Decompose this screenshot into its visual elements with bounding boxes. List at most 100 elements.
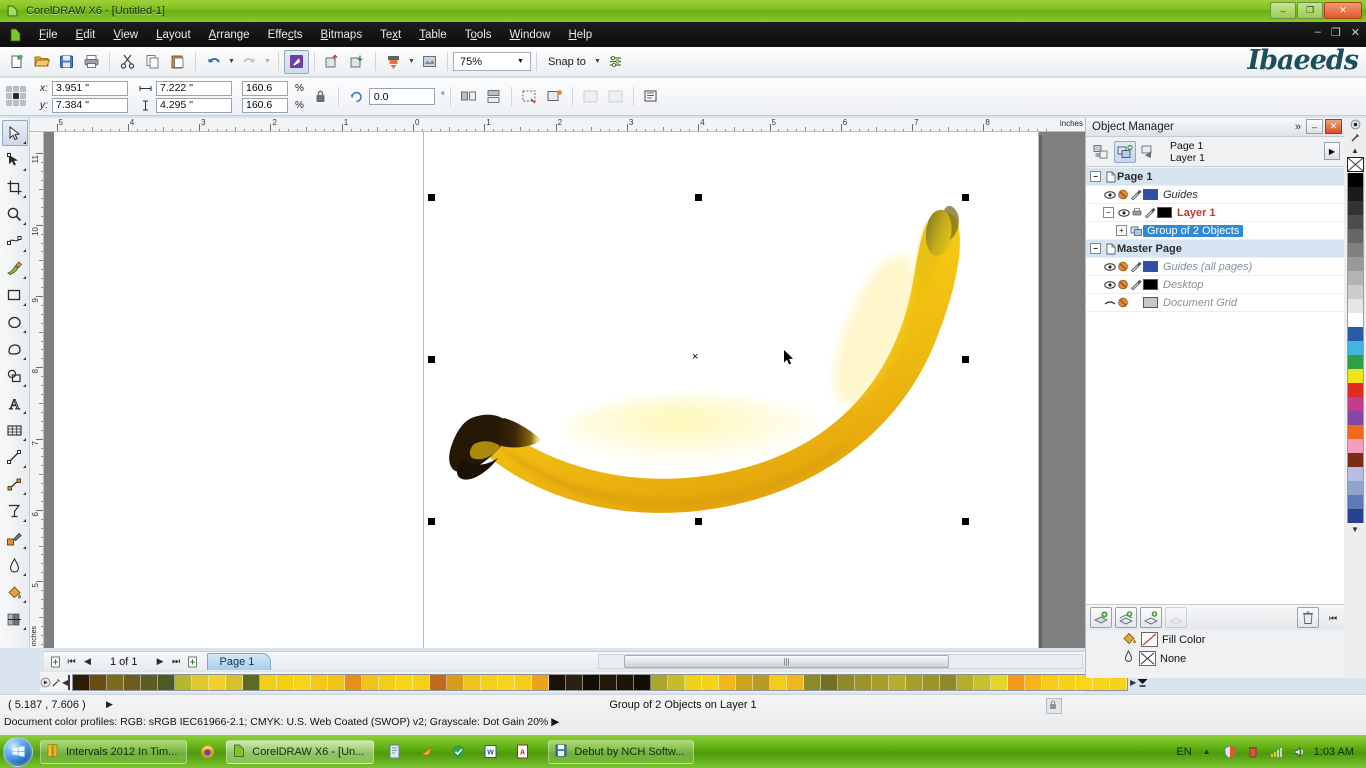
undo-icon[interactable] — [201, 50, 226, 74]
convert-to-curves-icon[interactable] — [517, 85, 542, 109]
taskbar-item-debut[interactable]: Debut by NCH Softw... — [548, 739, 695, 764]
pdf-reader-icon[interactable]: A — [510, 740, 534, 764]
height-input[interactable]: 4.295 " — [156, 97, 232, 113]
add-page-after-icon[interactable] — [185, 654, 200, 670]
right-palette-swatch[interactable] — [1346, 383, 1364, 397]
update-icon[interactable] — [1245, 744, 1261, 760]
palette-swatch[interactable] — [719, 674, 737, 690]
menu-view[interactable]: View — [104, 25, 147, 45]
printable-icon[interactable] — [1116, 189, 1129, 201]
palette-swatch[interactable] — [855, 674, 873, 690]
group-of-2-objects-node[interactable]: + Group of 2 Objects — [1086, 222, 1345, 240]
right-palette-swatch[interactable] — [1346, 411, 1364, 425]
menu-window[interactable]: Window — [501, 25, 560, 45]
menu-help[interactable]: Help — [559, 25, 601, 45]
artistic-media-tool[interactable] — [2, 255, 28, 281]
palette-swatch[interactable] — [889, 674, 907, 690]
right-palette-swatch[interactable] — [1346, 453, 1364, 467]
editable-pencil-icon[interactable] — [1129, 261, 1142, 273]
selection-handle-bottom-right[interactable] — [962, 518, 969, 525]
right-palette-swatch[interactable] — [1346, 187, 1364, 201]
application-launcher-icon[interactable] — [284, 49, 309, 74]
right-palette-swatch[interactable] — [1346, 299, 1364, 313]
menu-text[interactable]: Text — [371, 25, 410, 45]
collapse-docker-icon[interactable]: ⏮ — [1325, 609, 1341, 627]
tree-expander[interactable]: + — [1116, 225, 1127, 236]
antivirus-icon[interactable] — [446, 740, 470, 764]
color-palette-right[interactable]: ▲ ▼ — [1344, 118, 1366, 678]
layer-color-chip[interactable] — [1143, 279, 1158, 290]
x-position-input[interactable]: 3.951 " — [52, 80, 128, 96]
right-palette-swatch[interactable] — [1346, 327, 1364, 341]
doc-minimize-button[interactable]: – — [1315, 26, 1321, 39]
editable-pencil-icon[interactable] — [1129, 189, 1142, 201]
layer-color-chip[interactable] — [1157, 207, 1172, 218]
undo-dropdown-icon[interactable]: ▼ — [226, 50, 237, 74]
y-position-input[interactable]: 7.384 " — [52, 97, 128, 113]
docker-minimize-button[interactable]: – — [1306, 119, 1323, 134]
palette-swatch[interactable] — [260, 674, 278, 690]
right-palette-swatch[interactable] — [1346, 285, 1364, 299]
palette-swatch[interactable] — [311, 674, 329, 690]
palette-swatch[interactable] — [396, 674, 414, 690]
paste-icon[interactable] — [165, 50, 190, 74]
edit-across-layers-icon[interactable] — [1114, 140, 1136, 163]
vertical-ruler[interactable]: inches 11 10 9 8 7 6 5 — [30, 132, 44, 648]
selection-handle-middle-right[interactable] — [962, 356, 969, 363]
palette-swatch[interactable] — [294, 674, 312, 690]
page-tab-page-1[interactable]: Page 1 — [206, 653, 272, 670]
publish-pdf-icon[interactable] — [381, 50, 406, 74]
right-palette-swatch[interactable] — [1346, 341, 1364, 355]
palette-swatch[interactable] — [90, 674, 108, 690]
palette-swatch[interactable] — [209, 674, 227, 690]
palette-swatch[interactable] — [1059, 674, 1077, 690]
palette-swatch[interactable] — [192, 674, 210, 690]
horizontal-ruler[interactable]: inches 54321012345678 — [30, 118, 1085, 132]
palette-swatch[interactable] — [940, 674, 958, 690]
horizontal-scroll-thumb[interactable]: ||| — [624, 655, 949, 668]
palette-swatch[interactable] — [481, 674, 499, 690]
pick-tool[interactable] — [1, 120, 28, 146]
palette-swatch[interactable] — [617, 674, 635, 690]
show-object-properties-icon[interactable] — [1090, 141, 1112, 163]
guides-node[interactable]: Guides — [1086, 186, 1345, 204]
menu-file[interactable]: FFileile — [30, 25, 67, 45]
menu-layout[interactable]: Layout — [147, 25, 200, 45]
palette-swatch[interactable] — [957, 674, 975, 690]
palette-swatch[interactable] — [923, 674, 941, 690]
selection-handle-top-center[interactable] — [695, 194, 702, 201]
edit-bitmap-icon[interactable] — [417, 50, 442, 74]
palette-swatch[interactable] — [413, 674, 431, 690]
palette-scroll-up-arrow-icon[interactable]: ▲ — [1349, 144, 1362, 157]
palette-swatch[interactable] — [770, 674, 788, 690]
shape-tool[interactable] — [2, 147, 28, 173]
right-palette-swatch[interactable] — [1346, 201, 1364, 215]
right-palette-swatch[interactable] — [1346, 397, 1364, 411]
palette-swatch[interactable] — [498, 674, 516, 690]
zoom-level-combobox[interactable]: 75% ▼ — [453, 52, 531, 71]
right-palette-swatch[interactable] — [1346, 229, 1364, 243]
palette-swatch[interactable] — [430, 674, 448, 690]
menu-bitmaps[interactable]: Bitmaps — [312, 25, 372, 45]
mirror-vertical-icon[interactable] — [481, 85, 506, 109]
palette-swatch[interactable] — [107, 674, 125, 690]
width-input[interactable]: 7.222 " — [156, 80, 232, 96]
right-palette-swatch[interactable] — [1346, 481, 1364, 495]
palette-scroll-up-icon[interactable] — [1349, 118, 1362, 131]
start-button[interactable] — [3, 736, 33, 767]
snap-to-dropdown-icon[interactable]: ▼ — [592, 50, 603, 74]
palette-swatch[interactable] — [532, 674, 550, 690]
visibility-eye-icon[interactable] — [1103, 279, 1116, 291]
selection-handle-bottom-left[interactable] — [428, 518, 435, 525]
right-palette-swatch[interactable] — [1346, 355, 1364, 369]
notepad-icon[interactable] — [382, 740, 406, 764]
rectangle-tool[interactable] — [2, 282, 28, 308]
drawing-canvas[interactable]: × — [44, 132, 1085, 648]
palette-swatch[interactable] — [1008, 674, 1026, 690]
add-page-before-icon[interactable] — [48, 654, 63, 670]
menu-table[interactable]: Table — [410, 25, 456, 45]
zoom-tool[interactable] — [2, 201, 28, 227]
palette-swatch[interactable] — [991, 674, 1009, 690]
visibility-eye-icon[interactable] — [1117, 207, 1130, 219]
palette-swatch[interactable] — [804, 674, 822, 690]
